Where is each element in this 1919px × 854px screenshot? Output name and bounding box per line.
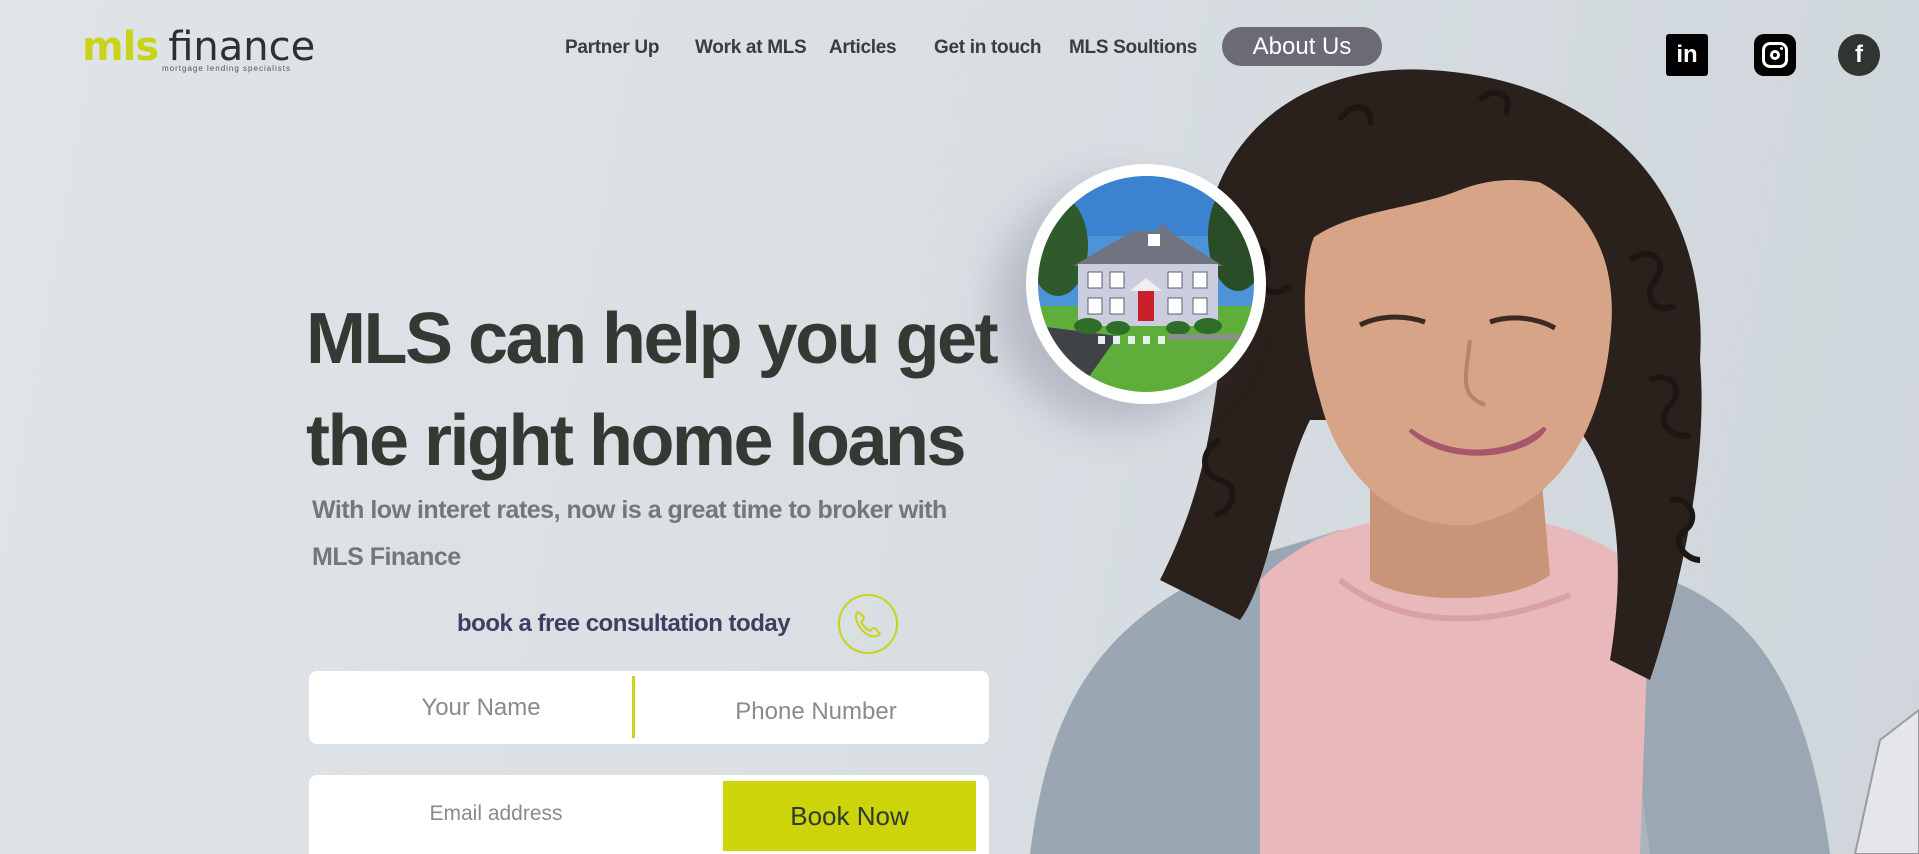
logo-brand: mls xyxy=(82,24,159,70)
contact-form-row-2: Book Now xyxy=(309,775,989,854)
headline-line-2: the right home loans xyxy=(306,401,967,481)
nav-articles[interactable]: Articles xyxy=(829,37,897,59)
nav-partner-up[interactable]: Partner Up xyxy=(565,37,659,59)
hero-subheading: With low interet rates, now is a great t… xyxy=(312,487,952,581)
phone-field[interactable] xyxy=(669,693,963,731)
consultation-cta: book a free consultation today xyxy=(457,610,791,637)
book-now-button[interactable]: Book Now xyxy=(723,781,976,851)
name-field[interactable] xyxy=(349,689,613,727)
phone-icon[interactable] xyxy=(838,594,898,654)
nav-get-in-touch[interactable]: Get in touch xyxy=(934,37,1042,59)
site-logo[interactable]: mls finance mortgage lending specialists xyxy=(82,24,316,73)
logo-tagline: mortgage lending specialists xyxy=(162,64,291,73)
subheading-line-2: MLS Finance xyxy=(312,543,461,571)
house-photo-frame xyxy=(1026,164,1266,404)
subheading-line-1: With low interet rates, now is a great t… xyxy=(312,496,947,524)
contact-form-row-1 xyxy=(309,671,989,744)
hero-headline: MLS can help you get the right home loan… xyxy=(306,288,1026,492)
email-field[interactable] xyxy=(349,795,643,833)
house-image xyxy=(1038,176,1254,392)
nav-work-at-mls[interactable]: Work at MLS xyxy=(695,37,807,59)
logo-name: finance xyxy=(168,24,316,70)
nav-mls-solutions[interactable]: MLS Soultions xyxy=(1069,37,1197,59)
phone-glyph xyxy=(854,610,882,638)
field-divider xyxy=(632,676,635,738)
headline-line-1: MLS can help you get xyxy=(306,299,999,379)
